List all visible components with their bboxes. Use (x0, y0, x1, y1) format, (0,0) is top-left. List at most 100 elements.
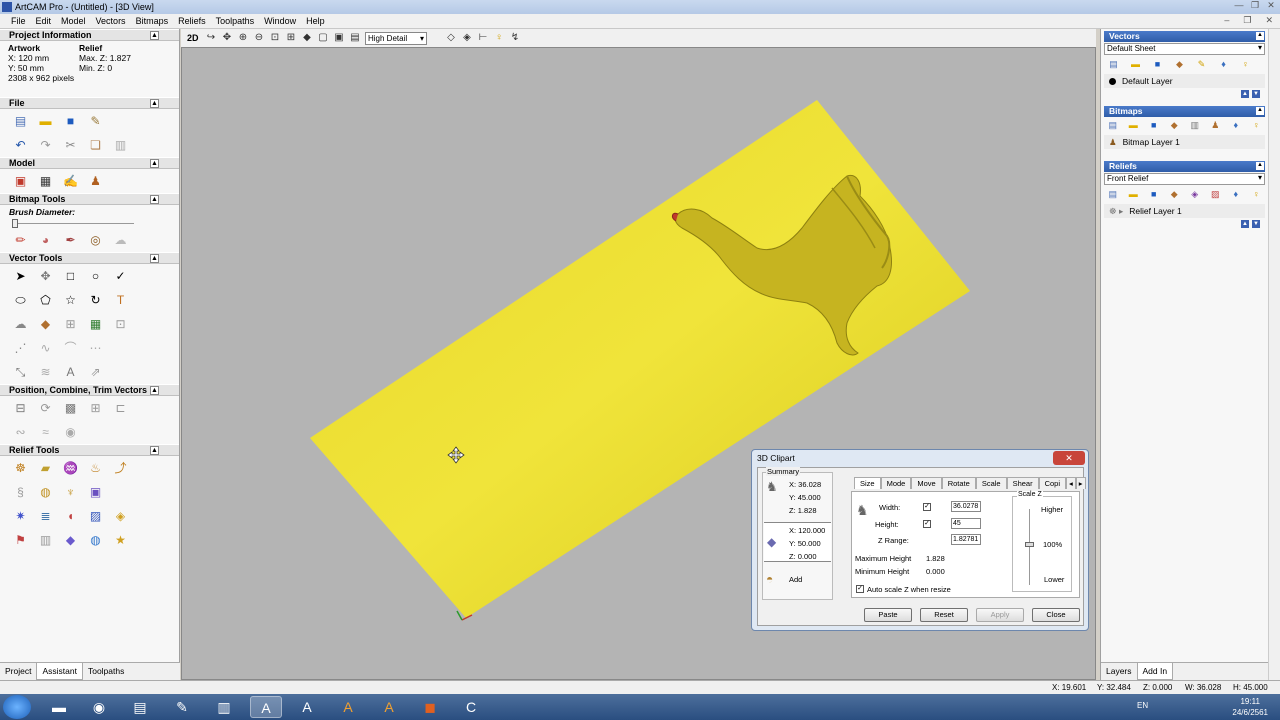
tab-move[interactable]: Move (911, 477, 942, 489)
file-section-header[interactable]: File ▲ (0, 97, 179, 109)
vector-doctor-icon[interactable]: ▦ (87, 316, 104, 333)
transform-icon[interactable]: ✥ (37, 268, 54, 285)
tab-scroll-right-icon[interactable]: ▸ (1075, 477, 1086, 489)
cloud-icon[interactable]: ☁ (112, 232, 129, 249)
height-lock-checkbox[interactable]: ✓ (923, 520, 931, 528)
relief-bitmap-icon[interactable]: ⚑ (12, 532, 29, 549)
reset-button[interactable]: Reset (920, 608, 968, 622)
scale-z-slider[interactable] (1025, 542, 1034, 547)
delete-relief-icon[interactable]: ♦ (1231, 189, 1241, 200)
save-icon[interactable]: ■ (62, 113, 79, 130)
weld-icon[interactable]: ⊏ (112, 400, 129, 417)
move-down-icon[interactable]: ▼ (1252, 90, 1260, 98)
apply-button[interactable]: Apply (976, 608, 1024, 622)
zoom-all-icon[interactable]: ⊞ (285, 32, 297, 44)
draw-mode-icon[interactable]: ◇ (445, 32, 457, 44)
artcam-2-icon[interactable]: A (291, 696, 323, 718)
tab-layers[interactable]: Layers (1101, 663, 1137, 680)
texture-icon[interactable]: ◍ (37, 484, 54, 501)
height-input[interactable]: 45 (951, 518, 981, 529)
fillet-icon[interactable]: ⌒ (62, 340, 79, 357)
relief-layer-item[interactable]: ☸ ▸ Relief Layer 1 (1104, 204, 1265, 218)
open-bitmap-icon[interactable]: ▬ (1129, 120, 1139, 131)
wave-icon[interactable]: ≈ (37, 424, 54, 441)
model-section-header[interactable]: Model ▲ (0, 157, 179, 169)
menu-vectors[interactable]: Vectors (91, 16, 131, 26)
select-arrow-icon[interactable]: ➤ (12, 268, 29, 285)
vector-grid-icon[interactable]: ⊡ (112, 316, 129, 333)
add-label[interactable]: Add (789, 575, 802, 584)
offset-icon[interactable]: ⊞ (62, 316, 79, 333)
tab-toolpaths[interactable]: Toolpaths (83, 663, 129, 680)
mdi-close-button[interactable]: ✕ (1260, 15, 1278, 26)
bulb-icon[interactable]: ♀ (1252, 120, 1262, 131)
recorder-icon[interactable]: ◼ (414, 696, 446, 718)
close-button[interactable]: Close (1032, 608, 1080, 622)
tab-add-in[interactable]: Add In (1136, 663, 1174, 680)
restore-button[interactable]: ❐ (1248, 0, 1262, 11)
project-info-header[interactable]: Project Information ▲ (0, 29, 179, 41)
copy-bitmap-icon[interactable]: ◆ (1170, 120, 1180, 131)
camtasia-icon[interactable]: C (455, 696, 487, 718)
undo-icon[interactable]: ↶ (12, 137, 29, 154)
vectors-header[interactable]: Vectors ▲ (1104, 31, 1265, 42)
paste-icon[interactable]: ▥ (112, 137, 129, 154)
vector-layer-item[interactable]: Default Layer (1104, 74, 1265, 88)
start-button[interactable] (3, 695, 31, 719)
bulb-icon[interactable]: ♀ (1240, 59, 1251, 70)
menu-toolpaths[interactable]: Toolpaths (211, 16, 260, 26)
2d-view-button[interactable]: 2D (187, 33, 201, 43)
redo-icon[interactable]: ↷ (37, 137, 54, 154)
relief-tools-header[interactable]: Relief Tools ▲ (0, 444, 179, 456)
tab-size[interactable]: Size (854, 477, 881, 489)
open-folder-icon[interactable]: ▬ (37, 113, 54, 130)
selected-clipart-item[interactable]: ◆ X: 120.000 Y: 50.000 Z: 0.000 (764, 522, 831, 562)
arc-icon[interactable]: ↻ (87, 292, 104, 309)
new-relief-layer-icon[interactable]: ▤ (1108, 189, 1118, 200)
model-image-icon[interactable]: ♟ (87, 173, 104, 190)
rectangle-icon[interactable]: □ (62, 268, 79, 285)
combine-relief-icon[interactable]: ◈ (1190, 189, 1200, 200)
new-model-icon[interactable]: ▤ (12, 113, 29, 130)
mdi-minimize-button[interactable]: – (1219, 15, 1234, 26)
light-icon[interactable]: ♀ (493, 32, 505, 44)
bitmap-image-icon[interactable]: ♟ (1211, 120, 1221, 131)
turn-icon[interactable]: ♨ (87, 460, 104, 477)
bitmap-layer-item[interactable]: ♟ Bitmap Layer 1 (1104, 135, 1265, 149)
menu-help[interactable]: Help (301, 16, 330, 26)
pan-icon[interactable]: ↪ (205, 32, 217, 44)
app-a2-icon[interactable]: A (373, 696, 405, 718)
feature-icon[interactable]: ≣ (37, 508, 54, 525)
nodes-icon[interactable]: ⋰ (12, 340, 29, 357)
close-model-icon[interactable]: ✎ (87, 113, 104, 130)
zoom-out-icon[interactable]: ⊖ (253, 32, 265, 44)
tab-rotate[interactable]: Rotate (941, 477, 976, 489)
notepad-icon[interactable]: ▤ (124, 696, 156, 718)
save-bitmap-icon[interactable]: ■ (1149, 120, 1159, 131)
close-window-button[interactable]: ✕ (1264, 0, 1278, 11)
collapse-icon[interactable]: ▲ (150, 31, 159, 40)
paste-relief-icon[interactable]: ▣ (87, 484, 104, 501)
eyedropper-icon[interactable]: ✒ (62, 232, 79, 249)
spiral-icon[interactable]: ◉ (62, 424, 79, 441)
width-input[interactable]: 36.0278 (951, 501, 981, 512)
tab-copy[interactable]: Copi (1038, 477, 1067, 489)
save-relief-icon[interactable]: ■ (1149, 189, 1159, 200)
tools-icon[interactable]: ✎ (166, 696, 198, 718)
color-swap-icon[interactable]: ◎ (87, 232, 104, 249)
text-tool-icon[interactable]: T (112, 292, 129, 309)
collapse-icon[interactable]: ▲ (1256, 32, 1264, 40)
add-clipart-icon[interactable]: ◓ (766, 572, 773, 586)
auto-scale-checkbox[interactable]: ✓ (856, 585, 864, 593)
iso-view-icon[interactable]: ◆ (301, 32, 313, 44)
clock[interactable]: 19:11 24/6/2561 (1232, 696, 1268, 718)
zoom-in-icon[interactable]: ⊕ (237, 32, 249, 44)
array-copy-icon[interactable]: ⊞ (87, 400, 104, 417)
polygon-icon[interactable]: ⬠ (37, 292, 54, 309)
extrude-icon[interactable]: ▰ (37, 460, 54, 477)
relief-sheet-select[interactable]: Front Relief (1104, 173, 1265, 185)
collapse-icon[interactable]: ▲ (150, 159, 159, 168)
smooth-relief-icon[interactable]: ♆ (62, 484, 79, 501)
tab-assistant[interactable]: Assistant (36, 663, 83, 680)
open-layer-icon[interactable]: ▬ (1130, 59, 1141, 70)
